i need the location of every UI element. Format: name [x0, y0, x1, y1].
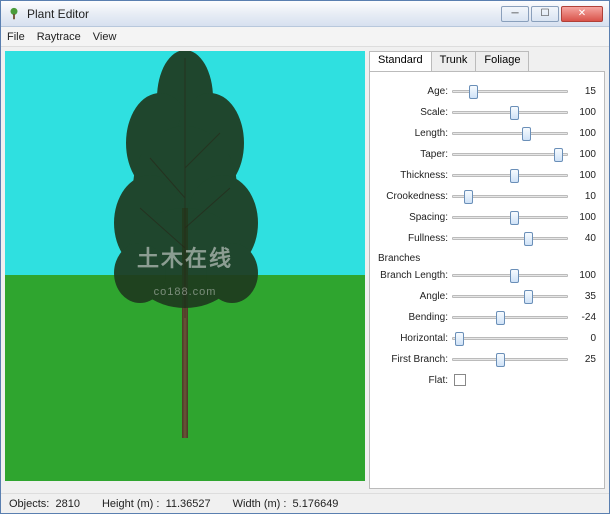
taper-slider[interactable] — [452, 146, 568, 162]
horizontal-slider[interactable] — [452, 330, 568, 346]
param-scale: Scale: 100 — [374, 103, 596, 121]
first_branch-slider[interactable] — [452, 351, 568, 367]
fullness-slider[interactable] — [452, 230, 568, 246]
param-first_branch: First Branch: 25 — [374, 350, 596, 368]
age-value: 15 — [568, 86, 596, 97]
thickness-slider[interactable] — [452, 167, 568, 183]
fullness-label: Fullness: — [374, 233, 452, 244]
minimize-button[interactable]: ─ — [501, 6, 529, 22]
param-crookedness: Crookedness: 10 — [374, 187, 596, 205]
content-area: 土木在线 co188.com Standard Trunk Foliage Ag… — [1, 47, 609, 493]
param-length: Length: 100 — [374, 124, 596, 142]
window-title: Plant Editor — [27, 7, 501, 21]
length-value: 100 — [568, 128, 596, 139]
length-label: Length: — [374, 128, 452, 139]
param-flat: Flat: — [374, 371, 596, 389]
thickness-label: Thickness: — [374, 170, 452, 181]
first_branch-label: First Branch: — [374, 354, 452, 365]
crookedness-label: Crookedness: — [374, 191, 452, 202]
param-bending: Bending: -24 — [374, 308, 596, 326]
titlebar[interactable]: Plant Editor ─ ☐ ✕ — [1, 1, 609, 27]
angle-value: 35 — [568, 291, 596, 302]
crookedness-value: 10 — [568, 191, 596, 202]
flat-label: Flat: — [374, 375, 452, 386]
param-branch_length: Branch Length: 100 — [374, 266, 596, 284]
window-controls: ─ ☐ ✕ — [501, 6, 603, 22]
bending-value: -24 — [568, 312, 596, 323]
app-window: Plant Editor ─ ☐ ✕ File Raytrace View — [0, 0, 610, 514]
spacing-slider[interactable] — [452, 209, 568, 225]
tree-canopy — [100, 51, 270, 318]
fullness-value: 40 — [568, 233, 596, 244]
first_branch-value: 25 — [568, 354, 596, 365]
param-age: Age: 15 — [374, 82, 596, 100]
thickness-value: 100 — [568, 170, 596, 181]
branch_length-value: 100 — [568, 270, 596, 281]
status-width: Width (m) : 5.176649 — [233, 498, 339, 510]
scale-slider[interactable] — [452, 104, 568, 120]
scale-value: 100 — [568, 107, 596, 118]
branch_length-slider[interactable] — [452, 267, 568, 283]
param-angle: Angle: 35 — [374, 287, 596, 305]
status-objects: Objects: 2810 — [9, 498, 80, 510]
param-taper: Taper: 100 — [374, 145, 596, 163]
param-thickness: Thickness: 100 — [374, 166, 596, 184]
taper-value: 100 — [568, 149, 596, 160]
tab-strip: Standard Trunk Foliage — [369, 51, 605, 71]
menu-file[interactable]: File — [7, 31, 25, 43]
horizontal-label: Horizontal: — [374, 333, 452, 344]
scale-label: Scale: — [374, 107, 452, 118]
angle-label: Angle: — [374, 291, 452, 302]
maximize-button[interactable]: ☐ — [531, 6, 559, 22]
flat-checkbox[interactable] — [454, 374, 466, 386]
tab-trunk[interactable]: Trunk — [431, 51, 477, 71]
app-icon — [7, 7, 21, 21]
spacing-value: 100 — [568, 212, 596, 223]
branch_length-label: Branch Length: — [374, 270, 452, 281]
viewport-3d[interactable]: 土木在线 co188.com — [5, 51, 365, 481]
age-label: Age: — [374, 86, 452, 97]
taper-label: Taper: — [374, 149, 452, 160]
param-spacing: Spacing: 100 — [374, 208, 596, 226]
tab-standard[interactable]: Standard — [369, 51, 432, 71]
properties-panel: Standard Trunk Foliage Age:15Scale:100Le… — [369, 51, 605, 489]
param-fullness: Fullness: 40 — [374, 229, 596, 247]
horizontal-value: 0 — [568, 333, 596, 344]
length-slider[interactable] — [452, 125, 568, 141]
menu-view[interactable]: View — [93, 31, 117, 43]
age-slider[interactable] — [452, 83, 568, 99]
branches-section-label: Branches — [378, 253, 596, 264]
crookedness-slider[interactable] — [452, 188, 568, 204]
menubar: File Raytrace View — [1, 27, 609, 47]
spacing-label: Spacing: — [374, 212, 452, 223]
tree-model — [182, 208, 188, 438]
tab-content: Age:15Scale:100Length:100Taper:100Thickn… — [369, 71, 605, 489]
close-button[interactable]: ✕ — [561, 6, 603, 22]
tab-foliage[interactable]: Foliage — [475, 51, 529, 71]
param-horizontal: Horizontal: 0 — [374, 329, 596, 347]
menu-raytrace[interactable]: Raytrace — [37, 31, 81, 43]
bending-label: Bending: — [374, 312, 452, 323]
status-bar: Objects: 2810 Height (m) : 11.36527 Widt… — [1, 493, 609, 513]
bending-slider[interactable] — [452, 309, 568, 325]
angle-slider[interactable] — [452, 288, 568, 304]
status-height: Height (m) : 11.36527 — [102, 498, 211, 510]
